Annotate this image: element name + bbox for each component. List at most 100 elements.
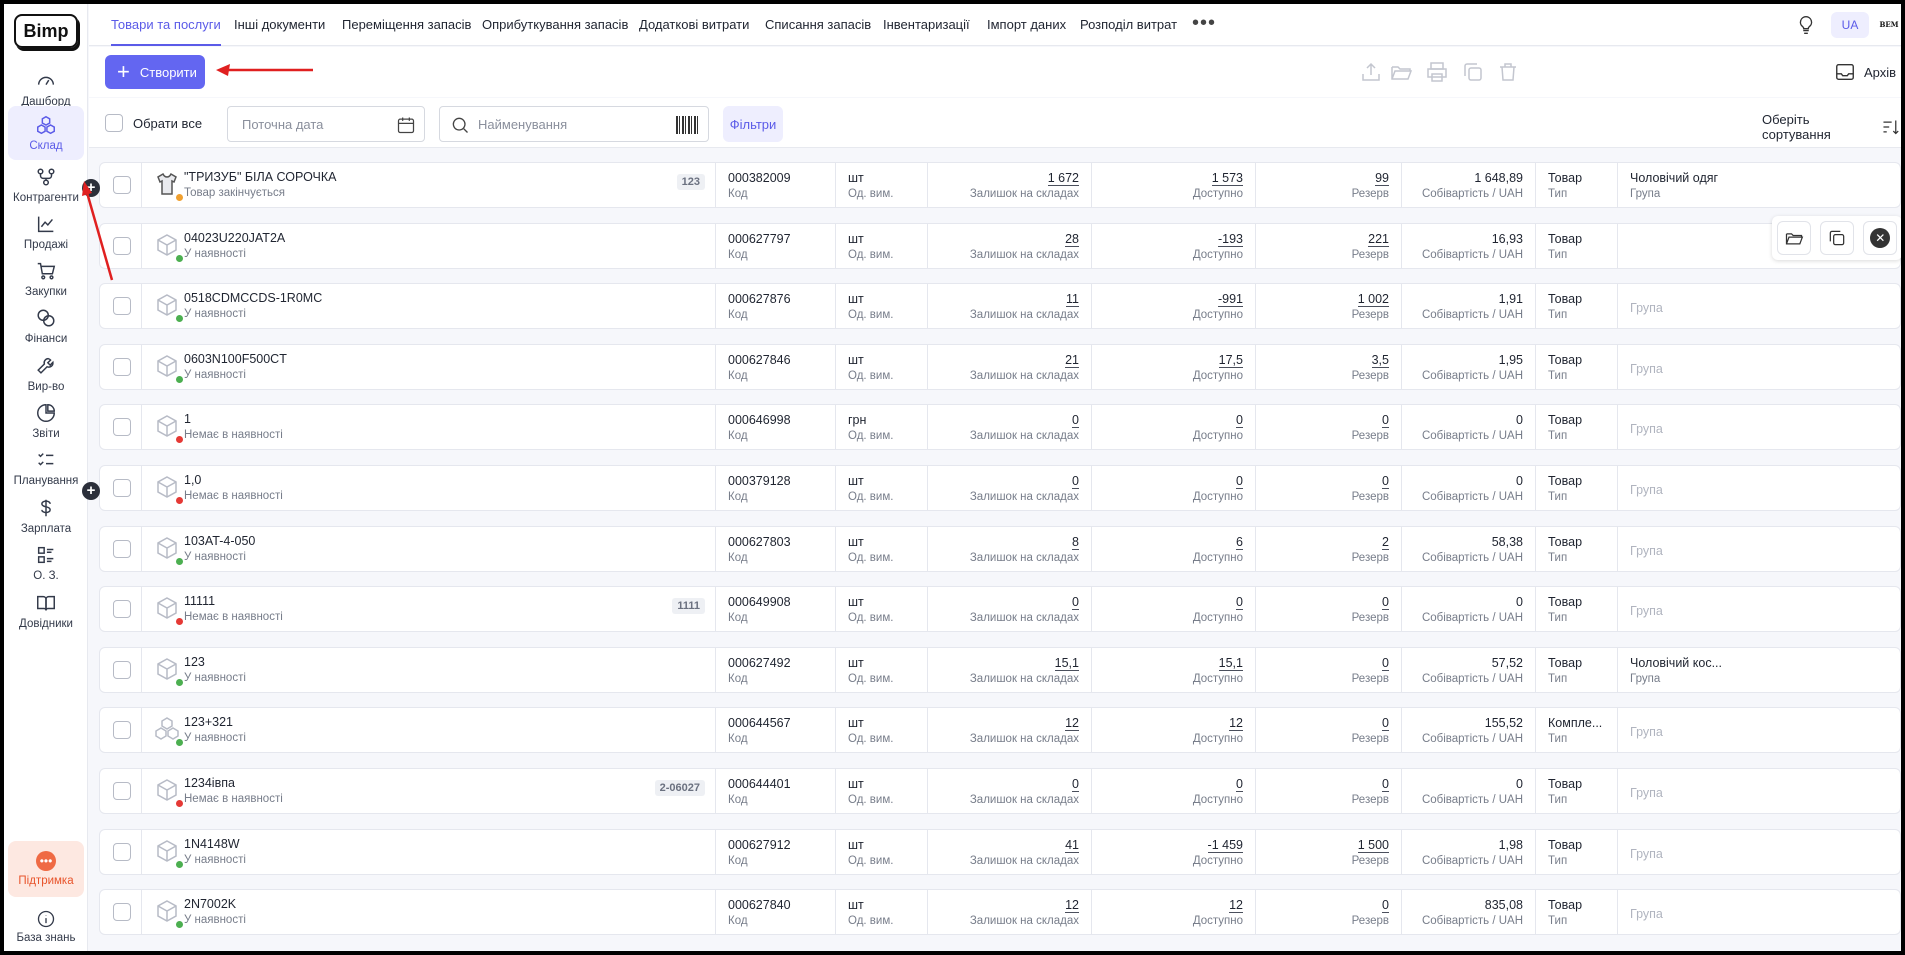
- product-name-cell[interactable]: 123 У наявності: [142, 647, 716, 692]
- table-row[interactable]: 0518CDMCCDS-1R0MC У наявності 000627876 …: [99, 283, 1901, 330]
- product-name[interactable]: 1: [184, 412, 191, 426]
- sidebar-item-salary[interactable]: Зарплата: [8, 489, 84, 543]
- date-field[interactable]: Поточна дата: [227, 106, 425, 142]
- table-row[interactable]: 1 Немає в наявності 000646998 Код грн Од…: [99, 404, 1901, 451]
- folder-open-icon[interactable]: [1389, 60, 1413, 84]
- tab-stock-writeoffs[interactable]: Списання запасів: [765, 4, 871, 46]
- checkbox[interactable]: [105, 114, 123, 132]
- row-checkbox[interactable]: [113, 236, 131, 255]
- sidebar-item-directories[interactable]: Довідники: [8, 584, 84, 638]
- group-cell[interactable]: Група: [1618, 284, 1901, 328]
- stock-value[interactable]: 21: [1065, 353, 1079, 368]
- sidebar-item-sales[interactable]: Продажі: [8, 205, 84, 259]
- tab-inventories[interactable]: Інвентаризації: [883, 4, 970, 46]
- available-value[interactable]: 17,5: [1218, 353, 1243, 368]
- support-button[interactable]: ••• Підтримка: [8, 841, 84, 897]
- group-cell[interactable]: Група: [1618, 708, 1901, 752]
- row-checkbox[interactable]: [113, 418, 131, 437]
- group-cell[interactable]: Група: [1618, 830, 1901, 874]
- barcode-icon[interactable]: [676, 116, 698, 134]
- product-name-cell[interactable]: "ТРИЗУБ" БІЛА СОРОЧКА Товар закінчується…: [142, 163, 716, 207]
- product-name-cell[interactable]: 0603N100F500CT У наявності: [142, 344, 716, 389]
- reserve-value[interactable]: 0: [1382, 656, 1389, 671]
- group-cell[interactable]: Група: [1618, 769, 1901, 813]
- product-name[interactable]: 11111: [184, 594, 215, 608]
- product-name[interactable]: 123+321: [184, 715, 233, 729]
- reserve-value[interactable]: 1 500: [1357, 838, 1389, 853]
- stock-value[interactable]: 28: [1065, 232, 1079, 247]
- search-input[interactable]: Найменування: [439, 106, 709, 142]
- row-checkbox[interactable]: [113, 660, 131, 679]
- group-cell[interactable]: Група: [1618, 527, 1901, 571]
- archive-button[interactable]: Архів: [1834, 59, 1896, 85]
- stock-value[interactable]: 0: [1072, 474, 1079, 489]
- available-value[interactable]: 6: [1236, 535, 1243, 550]
- product-name-cell[interactable]: 103AT-4-050 У наявності: [142, 526, 716, 571]
- reserve-value[interactable]: 99: [1375, 171, 1389, 186]
- available-value[interactable]: 0: [1236, 595, 1243, 611]
- product-name-cell[interactable]: 123+321 У наявності: [142, 708, 716, 753]
- stock-value[interactable]: 0: [1072, 413, 1079, 429]
- sidebar-item-counterparties[interactable]: Контрагенти: [8, 158, 84, 212]
- reserve-value[interactable]: 221: [1368, 232, 1389, 247]
- upload-icon[interactable]: [1359, 60, 1383, 84]
- table-row[interactable]: + "ТРИЗУБ" БІЛА СОРОЧКА Товар закінчуєть…: [82, 162, 1901, 208]
- product-name-cell[interactable]: 1,0 Немає в наявності: [142, 466, 716, 510]
- row-checkbox[interactable]: [113, 539, 131, 558]
- app-logo[interactable]: Bimp: [14, 14, 78, 48]
- available-value[interactable]: 1 573: [1211, 171, 1243, 186]
- printer-icon[interactable]: [1425, 60, 1449, 84]
- expand-row-icon[interactable]: +: [82, 179, 100, 197]
- group-cell[interactable]: Група: [1618, 587, 1901, 631]
- available-value[interactable]: 12: [1229, 716, 1243, 732]
- tab-cost-allocation[interactable]: Розподіл витрат: [1080, 4, 1177, 46]
- select-all-checkbox[interactable]: Обрати все: [105, 114, 202, 132]
- row-copy-button[interactable]: [1819, 221, 1854, 255]
- tab-stock-transfers[interactable]: Переміщення запасів: [342, 4, 471, 46]
- stock-value[interactable]: 12: [1065, 716, 1079, 732]
- tab-additional-costs[interactable]: Додаткові витрати: [639, 4, 749, 46]
- table-row[interactable]: 0603N100F500CT У наявності 000627846 Код…: [99, 343, 1901, 390]
- product-name[interactable]: 04023U220JAT2A: [184, 231, 285, 245]
- row-close-button[interactable]: ✕: [1863, 221, 1898, 255]
- reserve-value[interactable]: 0: [1382, 595, 1389, 611]
- reserve-value[interactable]: 1 002: [1357, 292, 1389, 308]
- group-cell[interactable]: Група: [1618, 466, 1901, 510]
- available-value[interactable]: 0: [1236, 777, 1243, 792]
- product-name[interactable]: 0518CDMCCDS-1R0MC: [184, 291, 322, 305]
- stock-value[interactable]: 8: [1072, 535, 1079, 550]
- row-checkbox[interactable]: [113, 903, 131, 922]
- stock-value[interactable]: 15,1: [1054, 656, 1079, 671]
- sidebar-item-purchases[interactable]: Закупки: [8, 252, 84, 306]
- sort-select[interactable]: Оберіть сортування: [1762, 112, 1901, 142]
- expand-row-icon[interactable]: +: [82, 482, 100, 500]
- sidebar-item-production[interactable]: Вир-во: [8, 347, 84, 401]
- product-name[interactable]: 123: [184, 655, 205, 669]
- row-checkbox[interactable]: [113, 842, 131, 861]
- table-row[interactable]: 123+321 У наявності 000644567 Код шт Од.…: [99, 707, 1901, 754]
- available-value[interactable]: 15,1: [1218, 656, 1243, 671]
- product-name-cell[interactable]: 11111 Немає в наявності 1111: [142, 587, 716, 632]
- sidebar-item-finance[interactable]: Фінанси: [8, 299, 84, 353]
- product-name[interactable]: 103AT-4-050: [184, 534, 255, 548]
- tab-goods-services[interactable]: Товари та послуги: [111, 4, 221, 46]
- table-row[interactable]: 1234івпа Немає в наявності 2-06027 00064…: [99, 768, 1901, 814]
- create-button[interactable]: + Створити: [105, 55, 205, 89]
- group-cell[interactable]: Група: [1618, 890, 1901, 934]
- product-name[interactable]: 2N7002K: [184, 897, 236, 911]
- copy-icon[interactable]: [1461, 60, 1485, 84]
- knowledge-base-link[interactable]: База знань: [8, 904, 84, 948]
- sidebar-item-fixed-assets[interactable]: О. З.: [8, 536, 84, 590]
- product-name-cell[interactable]: 1234івпа Немає в наявності 2-06027: [142, 769, 716, 813]
- tab-other-documents[interactable]: Інші документи: [234, 4, 325, 46]
- available-value[interactable]: 12: [1229, 898, 1243, 914]
- product-name-cell[interactable]: 04023U220JAT2A У наявності: [142, 223, 716, 268]
- product-name-cell[interactable]: 1N4148W У наявності: [142, 829, 716, 874]
- row-checkbox[interactable]: [113, 600, 131, 619]
- sidebar-item-reports[interactable]: Звіти: [8, 394, 84, 448]
- available-value[interactable]: -193: [1217, 232, 1243, 247]
- table-row[interactable]: 123 У наявності 000627492 Код шт Од. вим…: [99, 646, 1901, 693]
- table-row[interactable]: 2N7002K У наявності 000627840 Код шт Од.…: [99, 889, 1901, 936]
- stock-value[interactable]: 12: [1065, 898, 1079, 914]
- product-name-cell[interactable]: 1 Немає в наявності: [142, 405, 716, 450]
